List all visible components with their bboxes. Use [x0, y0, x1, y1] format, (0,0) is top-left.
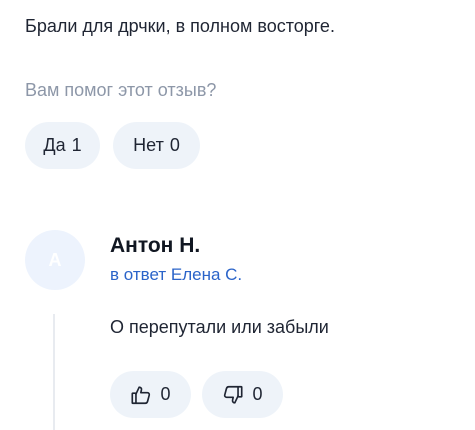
thumbs-down-icon	[222, 384, 244, 406]
helpful-vote-row: Да 1 Нет 0	[25, 122, 200, 169]
thumbs-up-icon	[130, 384, 152, 406]
reaction-row: 0 0	[110, 371, 283, 418]
reply-to-link[interactable]: в ответ Елена С.	[110, 265, 242, 285]
dislike-button[interactable]: 0	[202, 371, 283, 418]
like-count: 0	[160, 384, 171, 404]
like-button[interactable]: 0	[110, 371, 191, 418]
vote-no-button[interactable]: Нет 0	[113, 122, 200, 169]
vote-yes-label: Да	[43, 135, 66, 155]
review-page: Брали для дрчки, в полном восторге. Вам …	[0, 0, 475, 430]
vote-yes-count: 1	[71, 135, 82, 155]
helpful-question: Вам помог этот отзыв?	[25, 80, 217, 100]
thread-line	[53, 314, 55, 430]
vote-no-count: 0	[169, 135, 180, 155]
dislike-count: 0	[252, 384, 263, 404]
review-text: Брали для дрчки, в полном восторге.	[25, 16, 335, 36]
reply-text: О перепутали или забыли	[110, 317, 329, 337]
vote-yes-button[interactable]: Да 1	[25, 122, 100, 169]
reply-comment: А Антон Н. в ответ Елена С. О перепутали…	[25, 228, 465, 430]
vote-no-label: Нет	[133, 135, 164, 155]
reply-author-name: Антон Н.	[110, 234, 201, 257]
avatar: А	[25, 230, 85, 290]
